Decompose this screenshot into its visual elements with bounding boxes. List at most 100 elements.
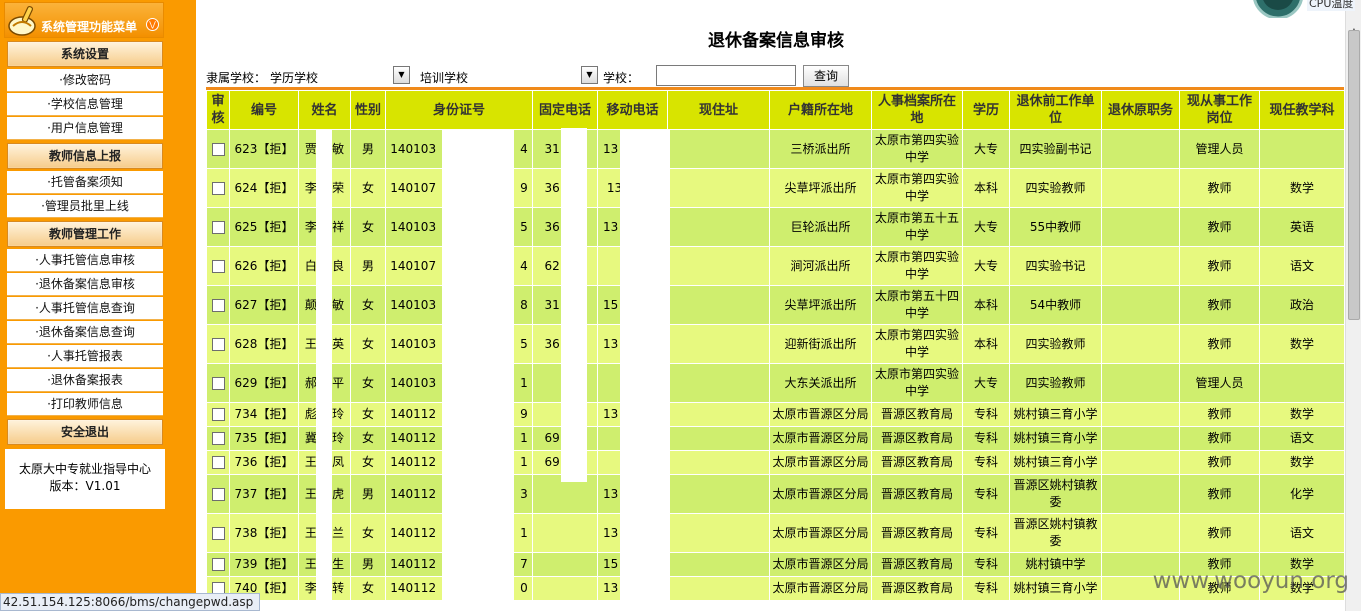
archive-location: 太原市第五十四中学 (874, 289, 959, 320)
reject-link[interactable]: 【拒】 (257, 455, 293, 469)
review-checkbox[interactable] (211, 259, 225, 273)
household-registration: 太原市晋源区分局 (772, 525, 869, 540)
menu-retire-report[interactable]: ·退休备案报表 (7, 369, 163, 392)
reject-link[interactable]: 【拒】 (257, 557, 293, 571)
redaction-mask (316, 130, 332, 611)
reject-link[interactable]: 【拒】 (257, 181, 293, 195)
id-number: 140112 (390, 525, 437, 540)
dropdown-arrow-icon[interactable]: ▼ (581, 66, 598, 84)
review-checkbox[interactable] (211, 142, 225, 156)
gender-cell: 女 (350, 207, 386, 247)
current-post: 教师 (1207, 219, 1232, 234)
review-cell[interactable] (206, 129, 230, 169)
review-cell[interactable] (206, 324, 230, 364)
reject-link[interactable]: 【拒】 (257, 526, 293, 540)
reject-link[interactable]: 【拒】 (257, 337, 293, 351)
unit-cell: 姚村镇三育小学 (1009, 576, 1102, 601)
review-checkbox[interactable] (211, 487, 225, 501)
review-checkbox[interactable] (211, 526, 225, 540)
subject-cell: 数学 (1259, 324, 1345, 364)
gender-cell: 男 (350, 246, 386, 286)
menu-custody-report[interactable]: ·人事托管报表 (7, 345, 163, 368)
review-cell[interactable] (206, 450, 230, 475)
training-school-select[interactable]: 培训学校 ▼ (420, 66, 598, 85)
gender-cell: 女 (350, 285, 386, 325)
reject-link[interactable]: 【拒】 (257, 220, 293, 234)
review-checkbox[interactable] (211, 181, 225, 195)
reject-link[interactable]: 【拒】 (257, 142, 293, 156)
logout-button[interactable]: 安全退出 (7, 419, 163, 445)
redaction-mask (442, 130, 514, 611)
reject-link[interactable]: 【拒】 (257, 581, 293, 595)
menu-admin-batch[interactable]: ·管理员批里上线 (7, 195, 163, 218)
address-cell (667, 402, 770, 427)
household-registration: 尖草坪派出所 (784, 180, 857, 195)
menu-retire-review[interactable]: ·退休备案信息审核 (7, 273, 163, 296)
section-teacher-report[interactable]: 教师信息上报 (7, 143, 163, 169)
name-last: 荣 (332, 180, 345, 195)
column-header: 人事档案所在地 (871, 90, 963, 130)
review-cell[interactable] (206, 426, 230, 451)
review-cell[interactable] (206, 285, 230, 325)
review-cell[interactable] (206, 168, 230, 208)
education: 专科 (973, 486, 998, 501)
review-checkbox[interactable] (211, 298, 225, 312)
review-checkbox[interactable] (211, 432, 225, 445)
record-id: 625 (234, 219, 258, 234)
query-button[interactable]: 查询 (803, 65, 849, 87)
gender-cell: 男 (350, 129, 386, 169)
review-cell[interactable] (206, 513, 230, 553)
review-checkbox[interactable] (211, 337, 225, 351)
version-label: 版本：V1.01 (49, 479, 121, 493)
review-checkbox[interactable] (211, 456, 225, 469)
review-checkbox[interactable] (211, 220, 225, 234)
menu-custody-query[interactable]: ·人事托管信息查询 (7, 297, 163, 320)
review-cell[interactable] (206, 246, 230, 286)
gender-cell: 男 (350, 552, 386, 577)
menu-custody-notice[interactable]: ·托管备案须知 (7, 171, 163, 194)
menu-retire-query[interactable]: ·退休备案信息查询 (7, 321, 163, 344)
menu-change-password[interactable]: ·修改密码 (7, 69, 163, 92)
household-registration: 涧河派出所 (790, 258, 851, 273)
school-search-input[interactable] (656, 65, 796, 86)
collapse-icon[interactable]: ⋁ (146, 18, 159, 31)
review-cell[interactable] (206, 363, 230, 403)
household-registration: 太原市晋源区分局 (772, 557, 869, 571)
affiliated-school-select[interactable]: 学历学校 ▼ (270, 66, 410, 85)
review-checkbox[interactable] (211, 376, 225, 390)
teaching-subject: 数学 (1289, 455, 1314, 469)
name-last: 祥 (332, 219, 345, 234)
household-registration: 太原市晋源区分局 (772, 407, 869, 421)
reject-link[interactable]: 【拒】 (257, 298, 293, 312)
scrollbar-thumb[interactable] (1348, 30, 1360, 320)
teaching-subject: 语文 (1289, 258, 1314, 273)
reject-link[interactable]: 【拒】 (257, 487, 293, 501)
menu-custody-review[interactable]: ·人事托管信息审核 (7, 249, 163, 272)
review-checkbox[interactable] (211, 408, 225, 421)
section-teacher-management[interactable]: 教师管理工作 (7, 221, 163, 247)
address-cell (667, 426, 770, 451)
table-row: 623【拒】贾 敏男1401034310136三桥派出所太原市第四实验中学大专四… (206, 129, 1345, 169)
education: 本科 (973, 297, 998, 312)
menu-user-info[interactable]: ·用户信息管理 (7, 117, 163, 140)
review-cell[interactable] (206, 552, 230, 577)
review-cell[interactable] (206, 474, 230, 514)
dropdown-arrow-icon[interactable]: ▼ (393, 66, 410, 84)
menu-print-teacher[interactable]: ·打印教师信息 (7, 393, 163, 416)
reject-link[interactable]: 【拒】 (257, 431, 293, 445)
vertical-scrollbar[interactable]: ▲ (1345, 0, 1361, 611)
reject-link[interactable]: 【拒】 (257, 376, 293, 390)
gender-value: 女 (361, 336, 374, 351)
review-checkbox[interactable] (211, 558, 225, 571)
hukou-cell: 太原市晋源区分局 (769, 513, 872, 553)
education-cell: 专科 (962, 402, 1010, 427)
review-cell[interactable] (206, 207, 230, 247)
menu-school-info[interactable]: ·学校信息管理 (7, 93, 163, 116)
reject-link[interactable]: 【拒】 (257, 259, 293, 273)
review-cell[interactable] (206, 402, 230, 427)
current-post: 教师 (1207, 336, 1232, 351)
section-system-settings[interactable]: 系统设置 (7, 41, 163, 67)
reject-link[interactable]: 【拒】 (257, 407, 293, 421)
gender-cell: 女 (350, 450, 386, 475)
hukou-cell: 太原市晋源区分局 (769, 426, 872, 451)
